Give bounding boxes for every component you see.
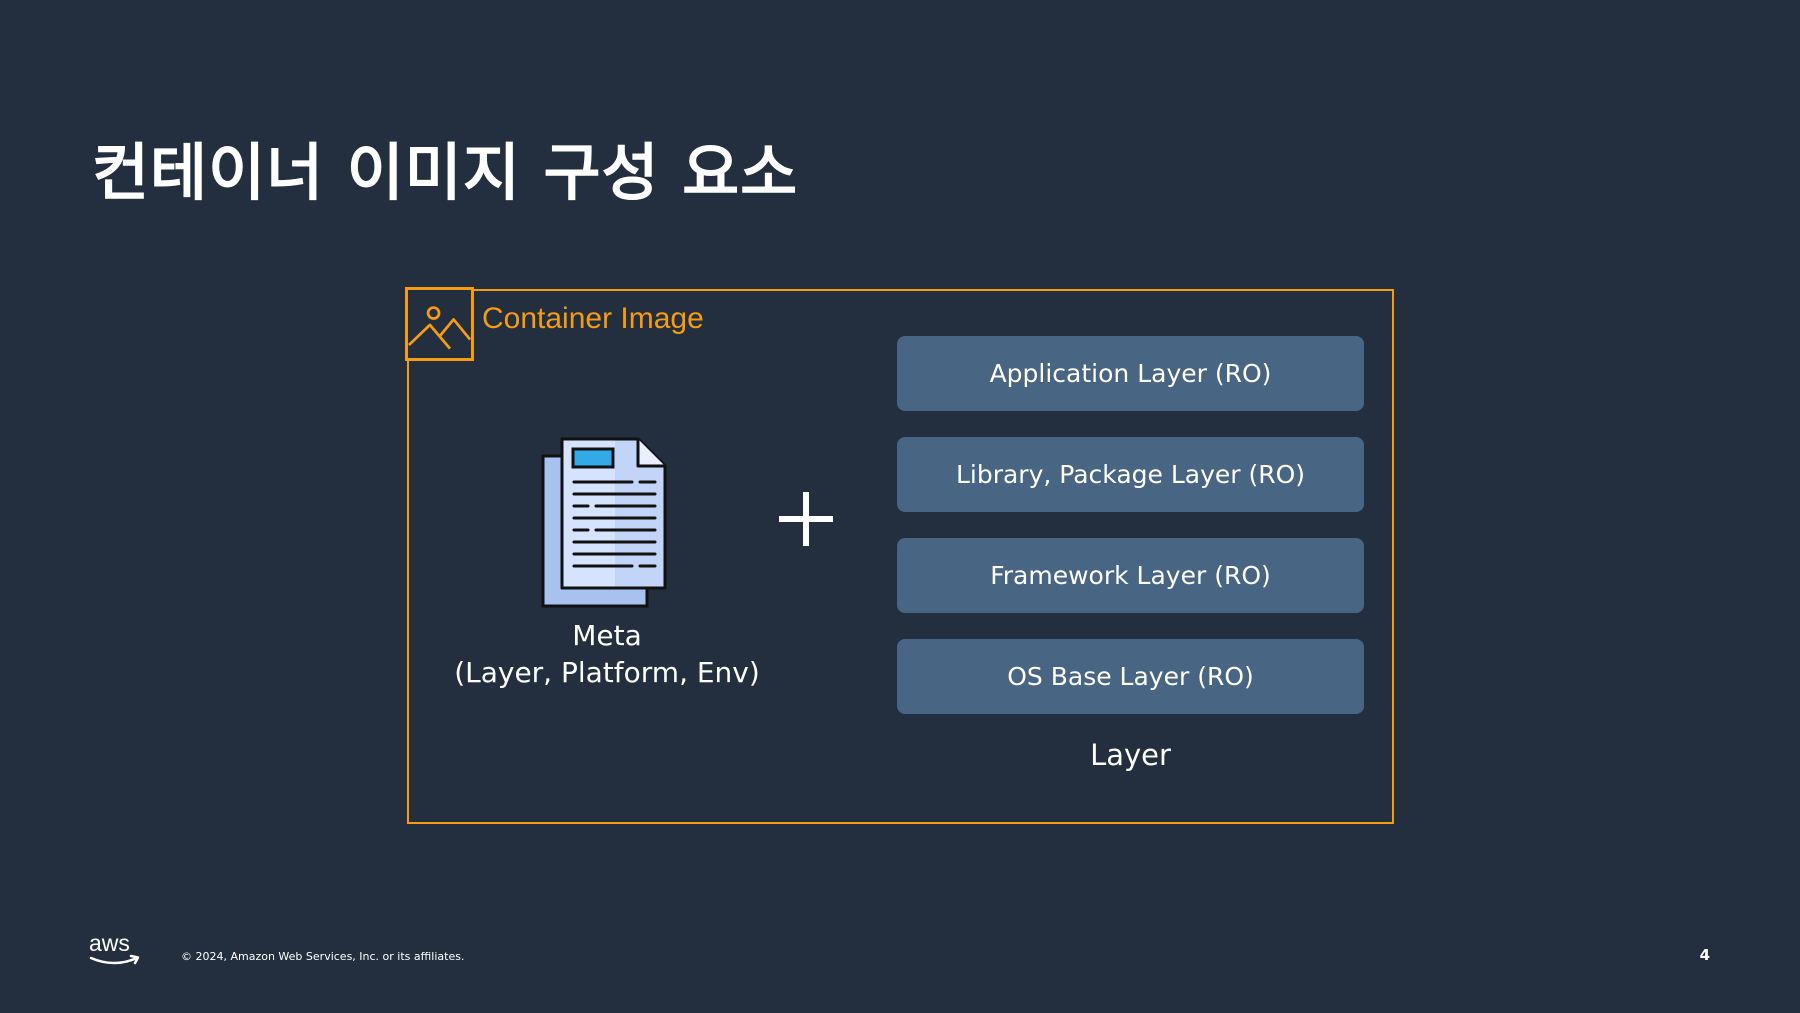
layer-caption: Layer [1090,738,1171,772]
meta-label-title: Meta [572,619,642,652]
image-icon [405,287,474,361]
meta-label-detail: (Layer, Platform, Env) [454,656,760,689]
meta-label: Meta (Layer, Platform, Env) [407,617,807,691]
application-layer: Application Layer (RO) [897,336,1364,411]
aws-logo: aws [88,932,144,968]
container-image-label: Container Image [482,302,704,335]
framework-layer: Framework Layer (RO) [897,538,1364,613]
library-package-layer: Library, Package Layer (RO) [897,437,1364,512]
os-base-layer: OS Base Layer (RO) [897,639,1364,714]
slide-title: 컨테이너 이미지 구성 요소 [92,136,799,209]
svg-text:aws: aws [89,932,130,956]
copyright-notice: © 2024, Amazon Web Services, Inc. or its… [181,950,465,963]
layer-stack: Application Layer (RO) Library, Package … [897,336,1364,714]
plus-icon [775,488,837,550]
slide: 컨테이너 이미지 구성 요소 Container Image Meta (Lay… [0,0,1800,1013]
document-icon [540,436,670,608]
page-number: 4 [1699,946,1710,964]
